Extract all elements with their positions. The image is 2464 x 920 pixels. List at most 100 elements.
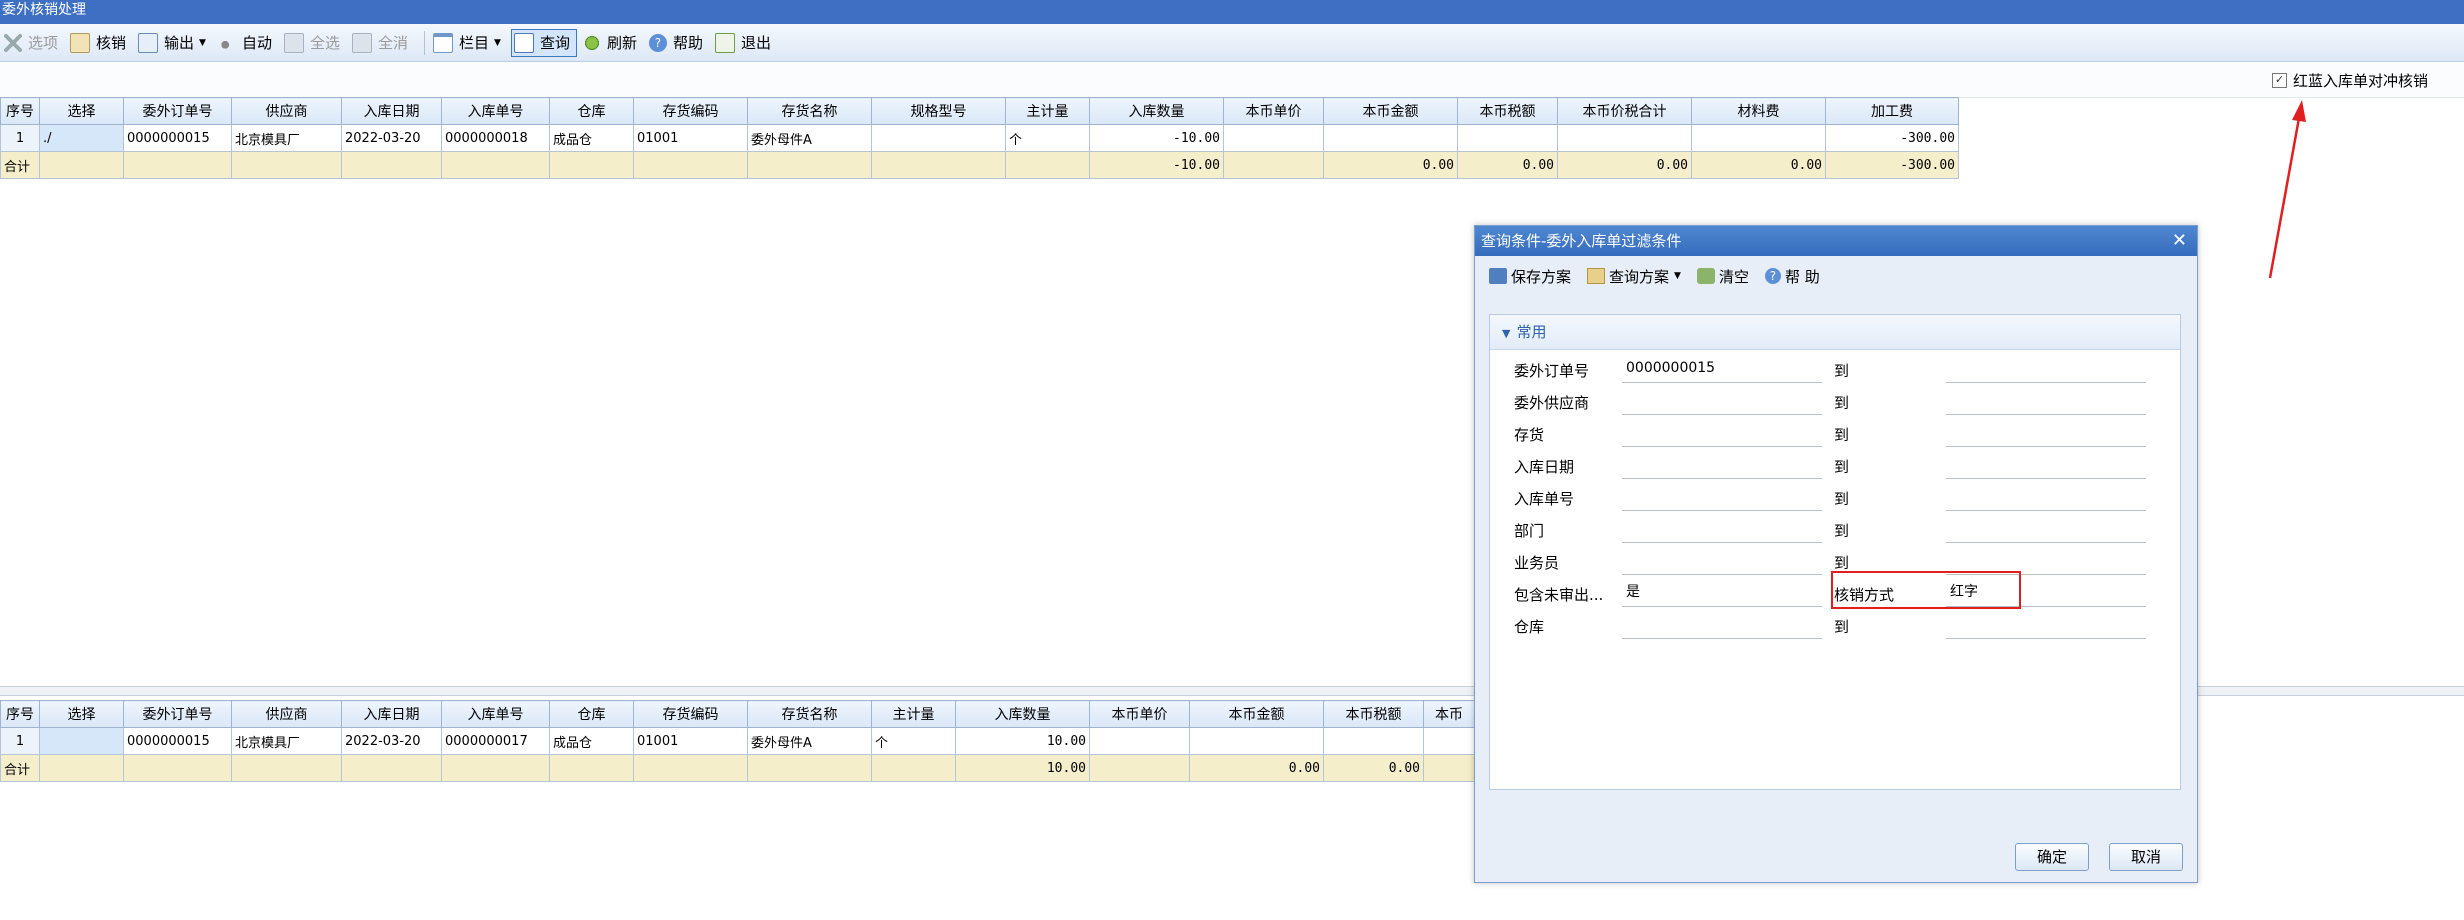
column-header[interactable]: 存货编码 xyxy=(633,97,748,125)
column-header[interactable]: 入库日期 xyxy=(341,97,442,125)
table-cell[interactable]: 2022-03-20 xyxy=(341,727,442,755)
cancel-button[interactable]: 取消 xyxy=(2109,843,2183,871)
field-to-input[interactable] xyxy=(1946,513,2146,543)
field-from-input[interactable] xyxy=(1622,417,1822,447)
column-header[interactable]: 选择 xyxy=(39,97,124,125)
column-header[interactable]: 委外订单号 xyxy=(123,700,232,728)
auto-button[interactable]: 自动 xyxy=(216,29,278,57)
table-cell[interactable]: 0000000015 xyxy=(123,124,232,152)
field-from-input[interactable] xyxy=(1622,545,1822,575)
column-header[interactable]: 主计量 xyxy=(871,700,956,728)
table-cell[interactable]: 个 xyxy=(871,727,956,755)
table-cell[interactable] xyxy=(1089,727,1190,755)
column-header[interactable]: 本币税额 xyxy=(1457,97,1558,125)
column-header[interactable]: 本币金额 xyxy=(1323,97,1458,125)
table-cell[interactable]: -10.00 xyxy=(1089,124,1224,152)
ok-button[interactable]: 确定 xyxy=(2015,843,2089,871)
table-cell[interactable]: 01001 xyxy=(633,124,748,152)
column-header[interactable]: 选择 xyxy=(39,700,124,728)
field-to-input[interactable] xyxy=(1946,417,2146,447)
table-cell[interactable]: 个 xyxy=(1005,124,1090,152)
help-button[interactable]: ? 帮助 xyxy=(647,29,709,57)
field-from-input[interactable]: 0000000015 xyxy=(1622,353,1822,383)
field-from-input[interactable] xyxy=(1622,385,1822,415)
field-from-input[interactable] xyxy=(1622,513,1822,543)
column-header[interactable]: 存货编码 xyxy=(633,700,748,728)
red-blue-offset-checkbox[interactable]: ✓ 红蓝入库单对冲核销 xyxy=(2272,70,2428,91)
column-header[interactable]: 存货名称 xyxy=(747,97,872,125)
chevron-down-icon[interactable]: ▼ xyxy=(1674,271,1681,281)
field-to-input[interactable] xyxy=(1946,481,2146,511)
column-header[interactable]: 入库单号 xyxy=(441,97,550,125)
field-to-input[interactable] xyxy=(1946,449,2146,479)
include-unapproved-select[interactable]: 是 xyxy=(1622,577,1822,607)
options-button[interactable]: 选项 xyxy=(2,29,64,57)
field-to-input[interactable] xyxy=(1946,609,2146,639)
column-header[interactable]: 委外订单号 xyxy=(123,97,232,125)
column-header[interactable]: 加工费 xyxy=(1825,97,1959,125)
column-header[interactable]: 本币 xyxy=(1423,700,1475,728)
field-from-input[interactable] xyxy=(1622,449,1822,479)
column-header[interactable]: 仓库 xyxy=(549,700,634,728)
column-header[interactable]: 主计量 xyxy=(1005,97,1090,125)
deselect-all-button[interactable]: 全消 xyxy=(350,29,414,57)
table-cell[interactable] xyxy=(1323,727,1424,755)
table-cell[interactable]: 0000000015 xyxy=(123,727,232,755)
table-cell[interactable]: 0000000018 xyxy=(441,124,550,152)
table-cell[interactable] xyxy=(1323,124,1458,152)
table-row[interactable]: 1 ./ 0000000015 北京模具厂 2022-03-20 0000000… xyxy=(0,124,1959,152)
table-cell[interactable] xyxy=(1223,124,1324,152)
export-dropdown-icon[interactable]: ▼ xyxy=(199,38,206,48)
verify-button[interactable]: 核销 xyxy=(68,29,132,57)
column-header[interactable]: 本币税额 xyxy=(1323,700,1424,728)
field-to-input[interactable] xyxy=(1946,385,2146,415)
table-cell[interactable] xyxy=(1189,727,1324,755)
table-cell[interactable]: 委外母件A xyxy=(747,124,872,152)
table-cell[interactable]: 01001 xyxy=(633,727,748,755)
column-header[interactable]: 本币单价 xyxy=(1223,97,1324,125)
table-cell[interactable] xyxy=(1457,124,1558,152)
refresh-button[interactable]: 刷新 xyxy=(581,29,643,57)
query-scheme-button[interactable]: 查询方案 ▼ xyxy=(1587,266,1681,287)
column-header[interactable]: 入库数量 xyxy=(955,700,1090,728)
column-header[interactable]: 本币单价 xyxy=(1089,700,1190,728)
table-cell[interactable]: 2022-03-20 xyxy=(341,124,442,152)
columns-dropdown-icon[interactable]: ▼ xyxy=(494,38,501,48)
columns-button[interactable]: 栏目 ▼ xyxy=(431,29,507,57)
table-cell[interactable] xyxy=(1423,727,1475,755)
column-header[interactable]: 入库数量 xyxy=(1089,97,1224,125)
column-header[interactable]: 本币金额 xyxy=(1189,700,1324,728)
table-cell[interactable]: 委外母件A xyxy=(747,727,872,755)
query-button[interactable]: 查询 xyxy=(510,28,577,57)
section-header[interactable]: ▼ 常用 xyxy=(1490,315,2180,350)
dialog-title-bar[interactable]: 查询条件-委外入库单过滤条件 ✕ xyxy=(1475,226,2197,256)
table-cell[interactable]: 成品仓 xyxy=(549,727,634,755)
table-cell[interactable] xyxy=(871,124,1006,152)
column-header[interactable]: 入库单号 xyxy=(441,700,550,728)
column-header[interactable]: 供应商 xyxy=(231,700,342,728)
table-cell[interactable]: 10.00 xyxy=(955,727,1090,755)
field-from-input[interactable] xyxy=(1622,609,1822,639)
field-to-input[interactable] xyxy=(1946,353,2146,383)
table-cell[interactable] xyxy=(1557,124,1692,152)
table-cell[interactable]: -300.00 xyxy=(1825,124,1959,152)
column-header[interactable]: 本币价税合计 xyxy=(1557,97,1692,125)
table-cell[interactable]: 0000000017 xyxy=(441,727,550,755)
select-cell[interactable] xyxy=(39,727,124,755)
column-header[interactable]: 仓库 xyxy=(549,97,634,125)
clear-button[interactable]: 清空 xyxy=(1696,266,1749,287)
field-from-input[interactable] xyxy=(1622,481,1822,511)
close-icon[interactable]: ✕ xyxy=(2172,226,2187,256)
column-header[interactable]: 序号 xyxy=(0,97,40,125)
table-cell[interactable] xyxy=(1691,124,1826,152)
export-button[interactable]: 输出 ▼ xyxy=(136,29,212,57)
save-scheme-button[interactable]: 保存方案 xyxy=(1489,266,1571,287)
select-cell[interactable]: ./ xyxy=(39,124,124,152)
table-cell[interactable]: 北京模具厂 xyxy=(231,727,342,755)
table-cell[interactable]: 成品仓 xyxy=(549,124,634,152)
column-header[interactable]: 规格型号 xyxy=(871,97,1006,125)
column-header[interactable]: 序号 xyxy=(0,700,40,728)
column-header[interactable]: 供应商 xyxy=(231,97,342,125)
table-row[interactable]: 1 0000000015 北京模具厂 2022-03-20 0000000017… xyxy=(0,727,1475,755)
column-header[interactable]: 存货名称 xyxy=(747,700,872,728)
